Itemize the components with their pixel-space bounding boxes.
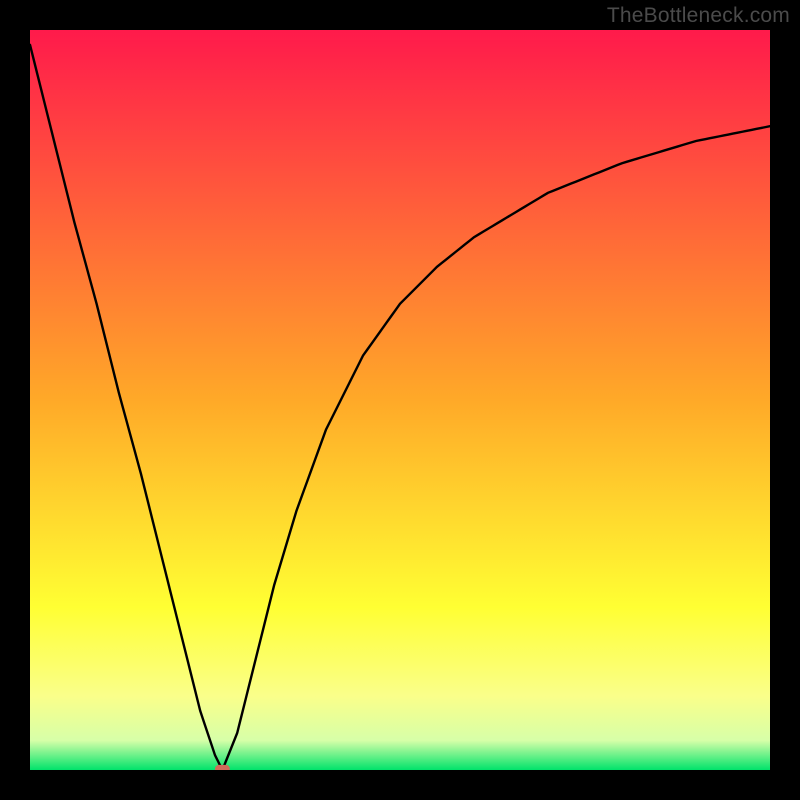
gradient-background (30, 30, 770, 770)
chart-frame: TheBottleneck.com (0, 0, 800, 800)
watermark-text: TheBottleneck.com (607, 4, 790, 28)
chart-svg (30, 30, 770, 770)
min-point-marker (215, 765, 230, 770)
plot-area (30, 30, 770, 770)
